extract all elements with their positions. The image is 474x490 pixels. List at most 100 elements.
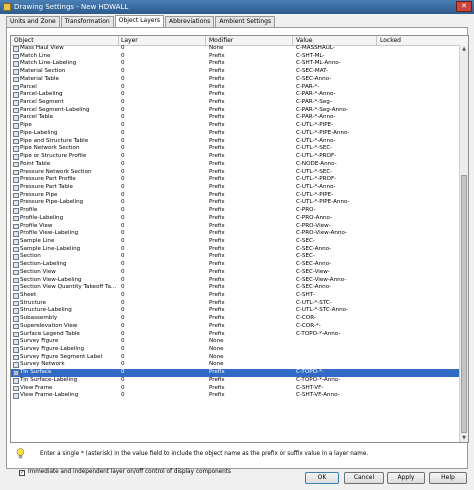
value-cell[interactable]: C-COR- [296, 315, 376, 323]
layer-cell[interactable]: 0 [121, 253, 201, 261]
value-cell[interactable]: C-TOPO-*-Anno- [296, 331, 376, 339]
modifier-cell[interactable]: Prefix [209, 315, 289, 323]
column-header-value[interactable]: Value [296, 37, 312, 44]
apply-button[interactable]: Apply [387, 472, 425, 484]
table-row[interactable]: Pressure Part Profile 0 Prefix C-UTL-*-PROF… [11, 176, 462, 184]
table-row[interactable]: Material Table 0 Prefix C-SEC-Anno- [11, 76, 462, 84]
layer-cell[interactable]: 0 [121, 292, 201, 300]
table-row[interactable]: Structure-Labeling 0 Prefix C-UTL-*-STC-Ann… [11, 307, 462, 315]
table-row[interactable]: View Frame-Labeling 0 Prefix C-SHT-VF-Anno- [11, 392, 462, 400]
modifier-cell[interactable]: Prefix [209, 53, 289, 61]
layer-cell[interactable]: 0 [121, 338, 201, 346]
value-cell[interactable]: C-MASSHAUL- [296, 45, 376, 53]
table-row[interactable]: Section View 0 Prefix C-SEC-View- [11, 269, 462, 277]
layer-cell[interactable]: 0 [121, 385, 201, 393]
table-row[interactable]: Survey Figure-Labeling 0 None [11, 346, 462, 354]
value-cell[interactable]: C-PRO-View-Anno- [296, 230, 376, 238]
value-cell[interactable]: C-SHT-VF-Anno- [296, 392, 376, 400]
value-cell[interactable]: C-SEC-Anno- [296, 284, 376, 292]
value-cell[interactable]: C-PRO-View- [296, 223, 376, 231]
tab-ambient-settings[interactable]: Ambient Settings [215, 16, 276, 27]
layer-cell[interactable]: 0 [121, 207, 201, 215]
table-row[interactable]: Section View-Labeling 0 Prefix C-SEC-View-A… [11, 277, 462, 285]
table-row[interactable]: Profile 0 Prefix C-PRO- [11, 207, 462, 215]
modifier-cell[interactable]: Prefix [209, 153, 289, 161]
modifier-cell[interactable]: None [209, 354, 289, 362]
layer-cell[interactable]: 0 [121, 84, 201, 92]
value-cell[interactable]: C-SEC-Anno- [296, 261, 376, 269]
layer-cell[interactable]: 0 [121, 361, 201, 369]
modifier-cell[interactable]: Prefix [209, 292, 289, 300]
layer-cell[interactable]: 0 [121, 377, 201, 385]
table-row[interactable]: Match Line 0 Prefix C-SHT-ML- [11, 53, 462, 61]
table-row[interactable]: Sheet 0 Prefix C-SHT- [11, 292, 462, 300]
table-row[interactable]: Survey Network 0 None [11, 361, 462, 369]
layer-cell[interactable]: 0 [121, 369, 201, 377]
column-header-object[interactable]: Object [14, 37, 34, 44]
table-row[interactable]: Section-Labeling 0 Prefix C-SEC-Anno- [11, 261, 462, 269]
value-cell[interactable]: C-SEC- [296, 253, 376, 261]
modifier-cell[interactable]: None [209, 346, 289, 354]
modifier-cell[interactable]: Prefix [209, 169, 289, 177]
table-row[interactable]: Pressure Pipe 0 Prefix C-UTL-*-PIPE- [11, 192, 462, 200]
layer-cell[interactable]: 0 [121, 284, 201, 292]
tab-abbreviations[interactable]: Abbreviations [165, 16, 215, 27]
layer-cell[interactable]: 0 [121, 176, 201, 184]
value-cell[interactable]: C-UTL-*-PIPE- [296, 122, 376, 130]
column-header-locked[interactable]: Locked [380, 37, 401, 44]
value-cell[interactable]: C-UTL-*-PIPE-Anno- [296, 130, 376, 138]
layer-cell[interactable]: 0 [121, 307, 201, 315]
layer-cell[interactable]: 0 [121, 315, 201, 323]
value-cell[interactable]: C-PAR-*-Seg- [296, 99, 376, 107]
close-button[interactable]: ✕ [456, 1, 472, 12]
value-cell[interactable]: C-UTL-*-PROF- [296, 153, 376, 161]
table-row[interactable]: Profile View-Labeling 0 Prefix C-PRO-View-A… [11, 230, 462, 238]
table-row[interactable]: Parcel Segment-Labeling 0 Prefix C-PAR-*-Se… [11, 107, 462, 115]
tab-transformation[interactable]: Transformation [60, 16, 114, 27]
layer-cell[interactable]: 0 [121, 392, 201, 400]
modifier-cell[interactable]: Prefix [209, 114, 289, 122]
value-cell[interactable]: C-SHT-VF- [296, 385, 376, 393]
modifier-cell[interactable]: None [209, 361, 289, 369]
modifier-cell[interactable]: Prefix [209, 76, 289, 84]
modifier-cell[interactable]: Prefix [209, 60, 289, 68]
value-cell[interactable]: C-SHT-ML- [296, 53, 376, 61]
layer-cell[interactable]: 0 [121, 130, 201, 138]
table-row[interactable]: Profile-Labeling 0 Prefix C-PRO-Anno- [11, 215, 462, 223]
table-row[interactable]: Subassembly 0 Prefix C-COR- [11, 315, 462, 323]
modifier-cell[interactable]: Prefix [209, 253, 289, 261]
ok-button[interactable]: OK [305, 472, 339, 484]
modifier-cell[interactable]: Prefix [209, 307, 289, 315]
modifier-cell[interactable]: Prefix [209, 130, 289, 138]
table-row[interactable]: Pipe or Structure Profile 0 Prefix C-UTL-*-… [11, 153, 462, 161]
layer-cell[interactable]: 0 [121, 277, 201, 285]
layer-cell[interactable]: 0 [121, 354, 201, 362]
table-row[interactable]: Parcel Table 0 Prefix C-PAR-*-Anno- [11, 114, 462, 122]
column-header-layer[interactable]: Layer [121, 37, 138, 44]
column-divider[interactable] [118, 36, 119, 45]
scroll-down-arrow-icon[interactable]: ▼ [460, 434, 468, 442]
modifier-cell[interactable]: Prefix [209, 122, 289, 130]
layer-cell[interactable]: 0 [121, 107, 201, 115]
value-cell[interactable]: C-PRO-Anno- [296, 215, 376, 223]
modifier-cell[interactable]: Prefix [209, 269, 289, 277]
table-row[interactable]: Survey Figure 0 None [11, 338, 462, 346]
vertical-scrollbar[interactable]: ▲ ▼ [459, 45, 468, 442]
modifier-cell[interactable]: Prefix [209, 392, 289, 400]
modifier-cell[interactable]: Prefix [209, 184, 289, 192]
layer-cell[interactable]: 0 [121, 238, 201, 246]
table-row[interactable]: Pipe-Labeling 0 Prefix C-UTL-*-PIPE-Anno- [11, 130, 462, 138]
table-row[interactable]: Pressure Pipe-Labeling 0 Prefix C-UTL-*-PIP… [11, 199, 462, 207]
value-cell[interactable]: C-SEC-MAT- [296, 68, 376, 76]
layer-cell[interactable]: 0 [121, 261, 201, 269]
layer-cell[interactable]: 0 [121, 192, 201, 200]
layer-cell[interactable]: 0 [121, 53, 201, 61]
layer-cell[interactable]: 0 [121, 269, 201, 277]
table-row[interactable]: Parcel Segment 0 Prefix C-PAR-*-Seg- [11, 99, 462, 107]
value-cell[interactable]: C-UTL-*-STC- [296, 300, 376, 308]
layer-cell[interactable]: 0 [121, 153, 201, 161]
modifier-cell[interactable]: Prefix [209, 323, 289, 331]
table-row[interactable]: Sample Line 0 Prefix C-SEC- [11, 238, 462, 246]
table-row[interactable]: Structure 0 Prefix C-UTL-*-STC- [11, 300, 462, 308]
modifier-cell[interactable]: Prefix [209, 238, 289, 246]
